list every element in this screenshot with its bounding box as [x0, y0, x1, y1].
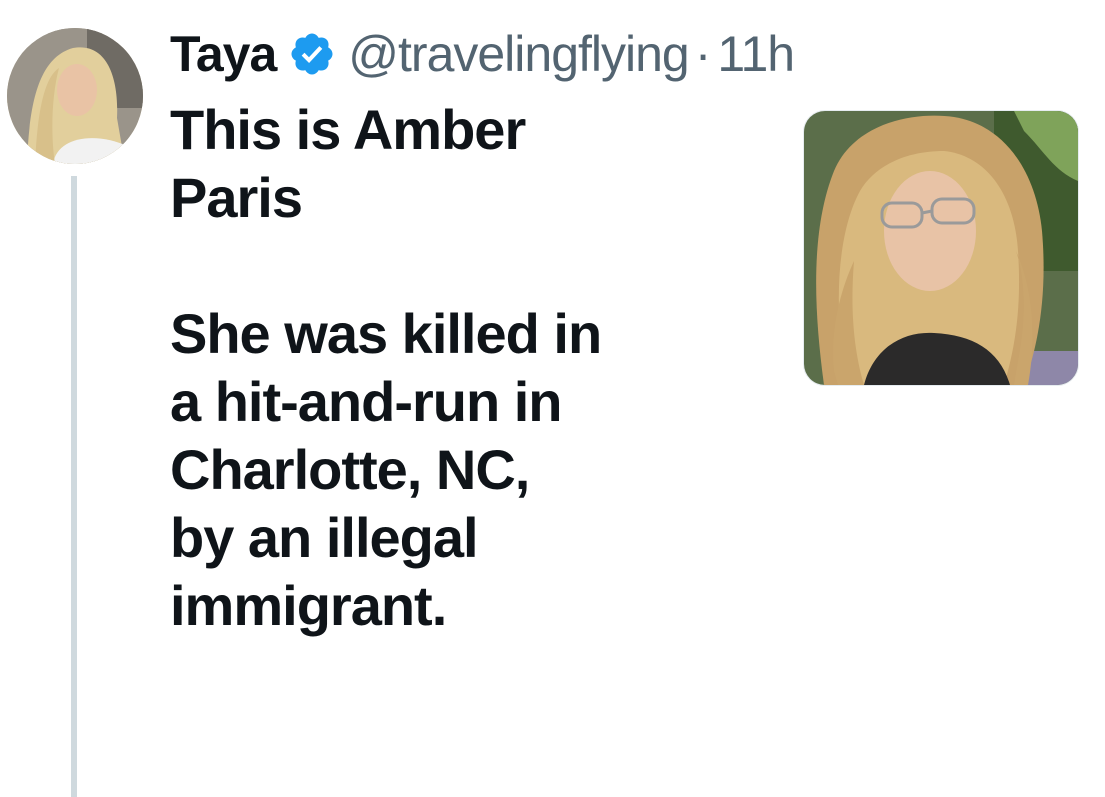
tweet-text-line: Charlotte, NC, — [170, 438, 530, 501]
tweet-body: This is Amber Paris She was killed in a … — [170, 96, 770, 640]
author-handle[interactable]: @travelingflying — [348, 22, 689, 86]
tweet-text-line: Paris — [170, 166, 303, 229]
tweet-paragraph-1: This is Amber Paris — [170, 96, 770, 232]
tweet-text-line: immigrant. — [170, 574, 447, 637]
post-timestamp[interactable]: 11h — [717, 22, 795, 86]
avatar-image-icon — [7, 28, 143, 164]
author-display-name[interactable]: Taya — [170, 22, 277, 86]
header-separator: · — [694, 26, 712, 82]
tweet-text-line: a hit-and-run in — [170, 370, 563, 433]
tweet-text-line: by an illegal — [170, 506, 479, 569]
thread-connector-line — [71, 176, 77, 797]
tweet-media-photo[interactable] — [803, 110, 1079, 386]
portrait-photo-icon — [804, 111, 1078, 385]
tweet-header: Taya @travelingflying · 11h — [170, 22, 795, 86]
tweet-paragraph-2: She was killed in a hit-and-run in Charl… — [170, 300, 770, 640]
author-avatar[interactable] — [7, 28, 143, 164]
tweet-text-line: She was killed in — [170, 302, 602, 365]
tweet-text-line: This is Amber — [170, 98, 526, 161]
verified-badge-icon[interactable] — [288, 30, 336, 78]
